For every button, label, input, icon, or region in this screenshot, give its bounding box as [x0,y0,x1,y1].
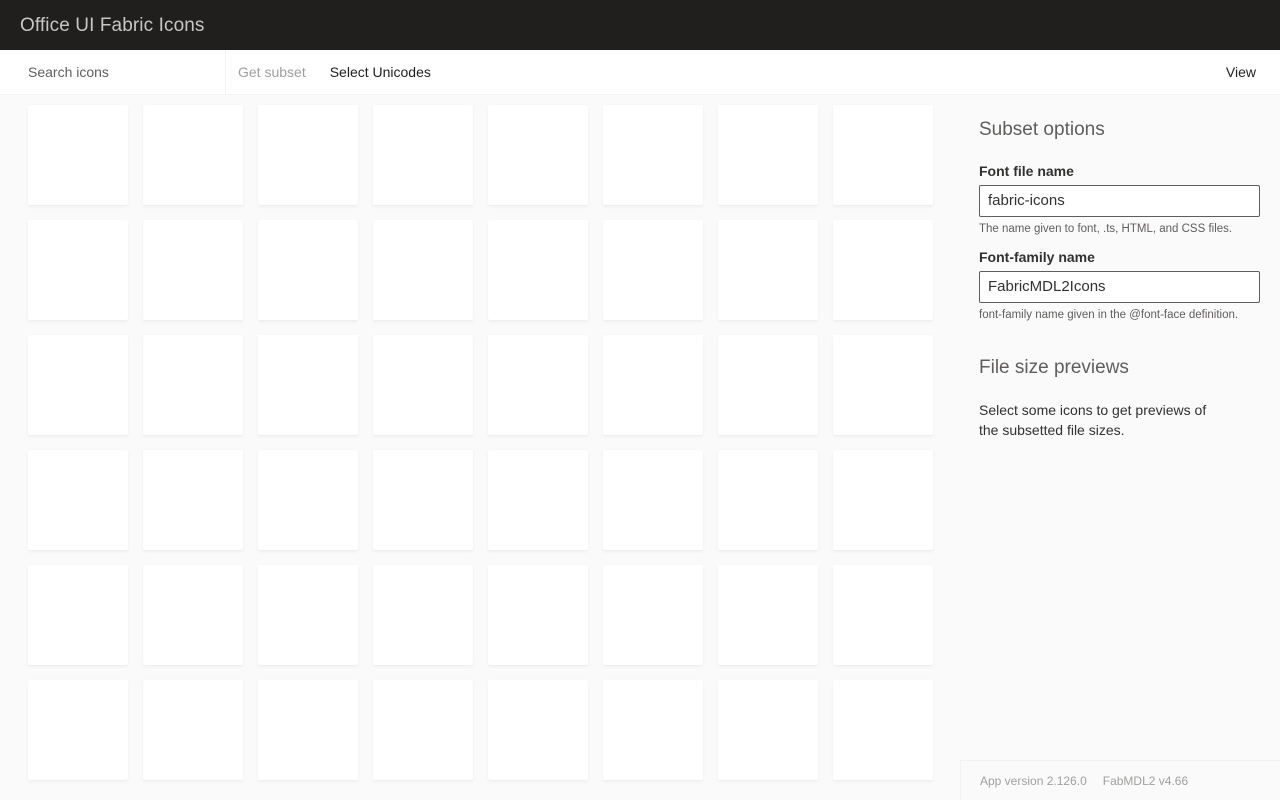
icon-tile[interactable] [143,105,243,205]
font-file-name-label: Font file name [979,162,1074,179]
icon-tile[interactable] [143,565,243,665]
icon-tile[interactable] [28,105,128,205]
icon-tile[interactable] [488,680,588,780]
icon-tile[interactable] [603,105,703,205]
command-bar: Get subset Select Unicodes View [0,50,1280,95]
icon-tile[interactable] [488,220,588,320]
file-size-previews-message: Select some icons to get previews of the… [979,402,1207,439]
icon-tile[interactable] [833,450,933,550]
icon-tile[interactable] [373,105,473,205]
icon-tile[interactable] [833,335,933,435]
app-root: Office UI Fabric Icons Get subset Select… [0,0,1280,800]
icon-tile[interactable] [718,450,818,550]
icon-tile[interactable] [28,335,128,435]
icon-tile[interactable] [143,220,243,320]
font-family-name-label: Font-family name [979,248,1095,265]
side-panel: Subset options Font file name The name g… [960,95,1280,800]
font-family-name-input[interactable] [979,270,1260,303]
font-version-label: FabMDL2 v4.66 [1102,773,1189,788]
icon-tile[interactable] [258,105,358,205]
icon-tile[interactable] [833,680,933,780]
icon-tile[interactable] [603,450,703,550]
icon-tile[interactable] [258,220,358,320]
icon-tile[interactable] [28,450,128,550]
title-bar: Office UI Fabric Icons [0,0,1280,50]
icon-tile[interactable] [28,680,128,780]
icon-tile[interactable] [488,450,588,550]
font-file-name-hint: The name given to font, .ts, HTML, and C… [979,222,1233,235]
icon-tile[interactable] [488,565,588,665]
icon-tile[interactable] [373,680,473,780]
icon-tile[interactable] [718,105,818,205]
icon-tile[interactable] [718,335,818,435]
icon-tile[interactable] [373,450,473,550]
font-file-name-input[interactable] [979,184,1260,217]
icon-tile[interactable] [373,335,473,435]
icon-tile[interactable] [373,220,473,320]
icon-tile[interactable] [718,680,818,780]
command-select-unicodes[interactable]: Select Unicodes [318,50,443,94]
icon-tile[interactable] [258,680,358,780]
icon-tile[interactable] [718,565,818,665]
command-get-subset[interactable]: Get subset [226,50,318,94]
subset-options-heading: Subset options [979,119,1105,140]
search-input[interactable] [20,50,225,94]
icon-tile[interactable] [258,565,358,665]
icon-tile[interactable] [258,335,358,435]
icon-tile[interactable] [603,680,703,780]
font-family-name-hint: font-family name given in the @font-face… [979,308,1239,321]
icon-tile[interactable] [488,335,588,435]
icon-tile[interactable] [143,335,243,435]
icon-tile[interactable] [143,680,243,780]
icon-tile[interactable] [28,565,128,665]
icon-tile[interactable] [603,335,703,435]
app-title: Office UI Fabric Icons [20,14,205,36]
icon-tile[interactable] [833,220,933,320]
icon-tile[interactable] [488,105,588,205]
icon-tile[interactable] [258,450,358,550]
search-area [0,50,226,94]
icon-tile[interactable] [603,220,703,320]
icon-tile[interactable] [718,220,818,320]
command-bar-items: Get subset Select Unicodes View [226,50,1280,94]
command-view[interactable]: View [1214,50,1280,94]
file-size-previews-heading: File size previews [979,357,1129,379]
icon-tile[interactable] [603,565,703,665]
icon-grid-region[interactable] [0,95,960,800]
icon-tile[interactable] [833,565,933,665]
icon-tile[interactable] [143,450,243,550]
status-footer: App version 2.126.0 FabMDL2 v4.66 [960,760,1280,800]
icon-grid [28,105,960,780]
content-region: Subset options Font file name The name g… [0,95,1280,800]
command-bar-spacer [443,50,1214,94]
icon-tile[interactable] [833,105,933,205]
icon-tile[interactable] [373,565,473,665]
app-version-label: App version 2.126.0 [980,773,1087,788]
icon-tile[interactable] [28,220,128,320]
